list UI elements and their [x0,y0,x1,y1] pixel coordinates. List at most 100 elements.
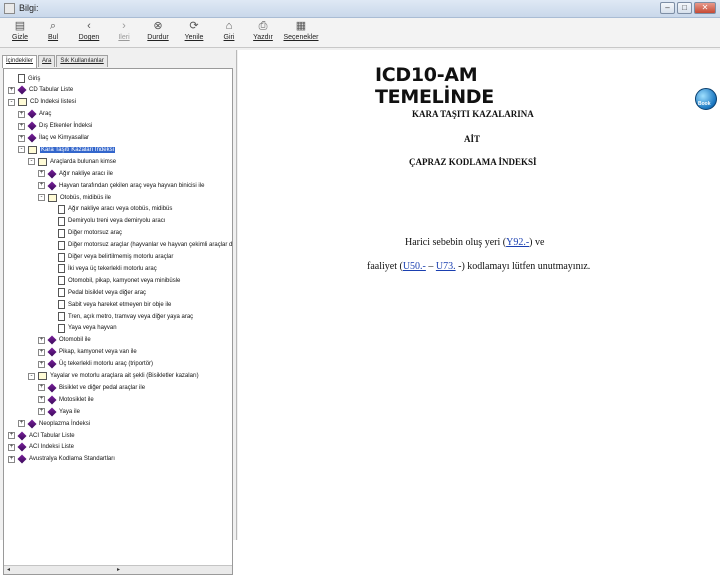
tree-item[interactable]: Demiryolu treni veya demiryolu aracı [48,216,165,227]
close-button[interactable]: ✕ [694,2,716,14]
expand-icon[interactable]: + [8,443,15,451]
tab-search[interactable]: Ara [38,55,56,67]
link-u73[interactable]: U73. [436,261,456,272]
collapse-icon[interactable]: - [8,98,15,106]
collapse-icon[interactable]: - [28,158,35,166]
expand-icon[interactable]: + [18,420,25,428]
content-pane: ICD10-AM TEMELİNDE Book KARA TAŞITI KAZA… [238,50,720,540]
page-icon [18,74,25,83]
maximize-button[interactable]: □ [677,2,692,14]
tree-item[interactable]: Tren, açık metro, tramvay veya diğer yay… [48,311,193,322]
tree-item[interactable]: + Motosiklet ile [38,394,94,405]
tree-item[interactable]: + Neoplazma İndeksi [18,418,90,429]
link-u50[interactable]: U50.- [403,261,426,272]
expand-icon[interactable]: + [38,396,45,404]
tree-item[interactable]: - Araçlarda bulunan kimse [28,156,116,167]
print-button[interactable]: ⎙ Yazdır [243,20,283,47]
tree-item[interactable]: + ACI Tabular Liste [8,430,75,441]
link-y92[interactable]: Y92.- [506,237,529,248]
expand-icon[interactable]: + [8,455,15,463]
expand-icon[interactable]: + [38,348,45,356]
para2-mid: – [425,261,436,272]
expand-icon[interactable]: + [38,384,45,392]
para2-suffix: -) kodlamayı lütfen unutmayınız. [455,261,591,272]
collapse-icon[interactable]: - [28,372,35,380]
tree-item[interactable]: + Bisiklet ve diğer pedal araçlar ile [38,382,145,393]
document-title: ICD10-AM TEMELİNDE [375,64,494,108]
tree-item-label: Pedal bisiklet veya diğer araç [68,289,147,296]
nav-tabs: İçindekiler Ara Sık Kullanılanlar [2,55,109,68]
options-button[interactable]: ▦ Seçenekler [281,20,321,47]
tree-item[interactable]: + CD Tabular Liste [8,85,73,96]
expand-icon[interactable]: + [8,432,15,439]
collapse-icon[interactable]: - [38,194,45,201]
tree-item[interactable]: + Ağır nakliye aracı ile [38,168,113,179]
tree-item-label: CD Indeksi listesi [30,99,77,106]
tree-item[interactable]: Sabit veya hareket etmeyen bir obje ile [48,299,171,310]
tree-item-label: Araçlarda bulunan kimse [50,158,117,165]
refresh-button[interactable]: ⟳ Yenile [174,20,214,47]
back-button[interactable]: ‹ Dogen [69,20,109,47]
tree-item[interactable]: Pedal bisiklet veya diğer araç [48,287,146,298]
scroll-left-icon[interactable]: ◂ [4,566,13,574]
expand-icon[interactable]: + [18,122,25,130]
tree-item[interactable]: + Otomobil ile [38,335,91,346]
heading-capraz: ÇAPRAZ KODLAMA İNDEKSİ [409,157,537,167]
book-icon [47,407,57,417]
tree-item[interactable]: Yaya veya hayvan [48,323,117,334]
collapse-icon[interactable]: - [18,146,25,154]
find-button[interactable]: ⌕ Bul [33,20,73,47]
expand-icon[interactable]: + [8,86,15,94]
tree-item-label: Diğer motorsuz araç [68,230,123,237]
tree-item[interactable]: - Kara Taşıtı Kazaları İndeksi [18,144,115,155]
tree-item[interactable]: İki veya üç tekerlekli motorlu araç [48,263,157,274]
options-icon: ▦ [295,20,307,32]
expand-icon[interactable]: + [38,360,45,368]
tab-favorites[interactable]: Sık Kullanılanlar [56,55,108,67]
expand-icon[interactable]: + [38,182,45,190]
scroll-right-icon[interactable]: ▸ [114,566,123,574]
tree-item[interactable]: Diğer motorsuz araçlar (hayvanlar ve hay… [48,240,232,251]
tree-item-label: Otomobil, pikap, kamyonet veya minibüsle [68,277,181,284]
tree-item[interactable]: + Yaya ile [38,406,80,417]
tree-item[interactable]: Otomobil, pikap, kamyonet veya minibüsle [48,275,180,286]
book-icon [27,133,37,143]
tree-item[interactable]: - Yayalar ve motorlu araçlara ait şekli (… [28,371,199,382]
stop-button[interactable]: ⊗ Durdur [138,20,178,47]
tree-item-label: Otomobil ile [59,337,91,344]
book-icon [17,454,27,464]
expand-icon[interactable]: + [38,170,45,178]
page-icon [58,312,65,321]
tree-item[interactable]: Giriş [8,73,40,84]
tree-item-label: Üç tekerlekli motorlu araç (triportör) [59,361,154,368]
tree-item[interactable]: + ACI Indeksi Liste [8,442,74,453]
tree-item[interactable]: - CD Indeksi listesi [8,97,76,108]
tree-item[interactable]: Ağır nakliye aracı veya otobüs, midibüs [48,204,172,215]
expand-icon[interactable]: + [38,408,45,416]
tree-item-label: Demiryolu treni veya demiryolu aracı [68,218,166,225]
tab-contents[interactable]: İçindekiler [2,55,38,68]
minimize-button[interactable]: – [660,2,675,14]
expand-icon[interactable]: + [18,110,25,118]
tree-item[interactable]: Diğer veya belirtilmemiş motorlu araçlar [48,252,173,263]
tree-item[interactable]: - Otobüs, midibüs ile [38,192,111,203]
open-book-icon [18,98,27,107]
tree-item[interactable]: + Avustralya Kodlama Standartları [8,454,115,465]
tree-item[interactable]: + İlaç ve Kimyasallar [18,133,89,144]
horizontal-scrollbar[interactable]: ◂ ▸ [4,565,232,574]
tree-item[interactable]: + Pikap, kamyonet veya van ile [38,347,137,358]
tree-item[interactable]: + Dış Etkenler İndeksi [18,121,92,132]
expand-icon[interactable]: + [18,134,25,142]
tree-item[interactable]: + Hayvan tarafından çekilen araç veya hay… [38,180,204,191]
expand-icon[interactable]: + [38,336,45,344]
tree-item[interactable]: + Araç [18,109,51,120]
tree-item-label: Araç [39,111,52,118]
tree-item[interactable]: + Üç tekerlekli motorlu araç (triportör) [38,359,153,370]
tree-item[interactable]: Diğer motorsuz araç [48,228,122,239]
book-icon[interactable]: Book [695,88,717,110]
heading-kara-tasiti: KARA TAŞITI KAZALARINA [412,109,534,119]
tree-item-label: Dış Etkenler İndeksi [39,123,93,130]
